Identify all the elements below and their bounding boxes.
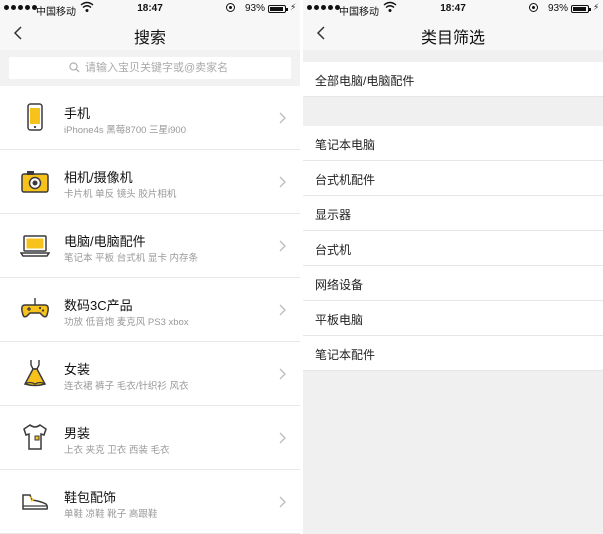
battery-percent: 93% [548, 3, 569, 14]
category-name: 电脑/电脑配件 [64, 234, 146, 249]
filter-item[interactable]: 笔记本配件 [303, 336, 603, 371]
category-name: 手机 [64, 106, 91, 121]
dress-icon [23, 360, 47, 387]
camera-icon [21, 171, 49, 193]
chevron-right-icon [279, 240, 286, 252]
category-desc: 笔记本 平板 台式机 显卡 内存条 [64, 253, 199, 264]
chevron-right-icon [279, 432, 286, 444]
nav-bar: 类目筛选 [303, 18, 603, 50]
category-desc: 上衣 夹克 卫衣 西装 毛衣 [64, 445, 170, 456]
laptop-icon [20, 235, 50, 257]
category-name: 男装 [64, 426, 91, 441]
filter-item[interactable]: 笔记本电脑 [303, 126, 603, 161]
search-screen: 中国移动 18:47 93% ⚡ 搜索 手机 iPhone4s 黑莓8700 三… [0, 0, 300, 534]
charging-icon: ⚡ [290, 2, 297, 12]
category-filter-screen: 中国移动 18:47 93% ⚡ 类目筛选 全部电脑/电脑配件 笔记本电脑 台式… [303, 0, 603, 534]
charging-icon: ⚡ [593, 2, 600, 12]
category-desc: 单鞋 凉鞋 靴子 高跟鞋 [64, 509, 158, 520]
chevron-right-icon [279, 496, 286, 508]
filter-item[interactable]: 网络设备 [303, 266, 603, 301]
chevron-right-icon [279, 112, 286, 124]
filter-item-label: 台式机配件 [315, 173, 376, 187]
category-name: 相机/摄像机 [64, 170, 133, 185]
search-icon [69, 62, 80, 73]
chevron-right-icon [279, 176, 286, 188]
search-box[interactable] [9, 57, 291, 79]
category-desc: 卡片机 单反 镜头 胶片相机 [64, 189, 177, 200]
category-item-men[interactable]: 男装 上衣 夹克 卫衣 西装 毛衣 [0, 406, 300, 470]
category-name: 女装 [64, 362, 91, 377]
category-name: 鞋包配饰 [64, 490, 117, 505]
page-title: 类目筛选 [420, 30, 485, 47]
rotation-lock-icon [226, 3, 235, 12]
category-desc: 功放 低音炮 麦克风 PS3 xbox [64, 317, 189, 328]
subcategory-list: 笔记本电脑 台式机配件 显示器 台式机 网络设备 平板电脑 笔记本配件 [303, 126, 603, 371]
chevron-right-icon [279, 368, 286, 380]
category-item-shoes[interactable]: 鞋包配饰 单鞋 凉鞋 靴子 高跟鞋 [0, 470, 300, 534]
filter-item-all[interactable]: 全部电脑/电脑配件 [303, 62, 603, 97]
filter-item[interactable]: 显示器 [303, 196, 603, 231]
category-item-women[interactable]: 女装 连衣裙 裤子 毛衣/针织衫 风衣 [0, 342, 300, 406]
filter-item-label: 笔记本电脑 [315, 138, 376, 152]
category-list: 手机 iPhone4s 黑莓8700 三星i900 相机/摄像机 卡片机 单反 … [0, 86, 300, 534]
gamepad-icon [21, 298, 49, 318]
rotation-lock-icon [529, 3, 538, 12]
category-name: 数码3C产品 [64, 298, 133, 313]
page-title: 搜索 [133, 30, 166, 47]
all-category-group: 全部电脑/电脑配件 [303, 62, 603, 97]
category-desc: iPhone4s 黑莓8700 三星i900 [64, 125, 186, 136]
phone-icon [27, 103, 43, 131]
chevron-right-icon [279, 304, 286, 316]
battery-icon [268, 5, 288, 13]
category-desc: 连衣裙 裤子 毛衣/针织衫 风衣 [64, 381, 189, 392]
category-item-digital[interactable]: 数码3C产品 功放 低音炮 麦克风 PS3 xbox [0, 278, 300, 342]
battery-percent: 93% [245, 3, 266, 14]
category-item-computer[interactable]: 电脑/电脑配件 笔记本 平板 台式机 显卡 内存条 [0, 214, 300, 278]
filter-item[interactable]: 台式机 [303, 231, 603, 266]
filter-item-label: 全部电脑/电脑配件 [315, 74, 415, 88]
status-bar: 中国移动 18:47 93% ⚡ [0, 0, 300, 18]
search-bar [0, 50, 300, 84]
battery-icon [571, 5, 591, 13]
filter-item-label: 网络设备 [315, 278, 364, 292]
nav-bar: 搜索 [0, 18, 300, 50]
filter-item-label: 显示器 [315, 208, 352, 222]
search-input[interactable] [85, 60, 285, 76]
category-item-phone[interactable]: 手机 iPhone4s 黑莓8700 三星i900 [0, 86, 300, 150]
filter-item-label: 台式机 [315, 243, 352, 257]
filter-item-label: 平板电脑 [315, 313, 364, 327]
section-spacer [303, 50, 603, 62]
status-bar: 中国移动 18:47 93% ⚡ [303, 0, 603, 18]
filter-item[interactable]: 台式机配件 [303, 161, 603, 196]
shoe-icon [22, 494, 49, 510]
tshirt-icon [23, 424, 47, 450]
filter-item-label: 笔记本配件 [315, 348, 376, 362]
filter-item[interactable]: 平板电脑 [303, 301, 603, 336]
category-item-camera[interactable]: 相机/摄像机 卡片机 单反 镜头 胶片相机 [0, 150, 300, 214]
